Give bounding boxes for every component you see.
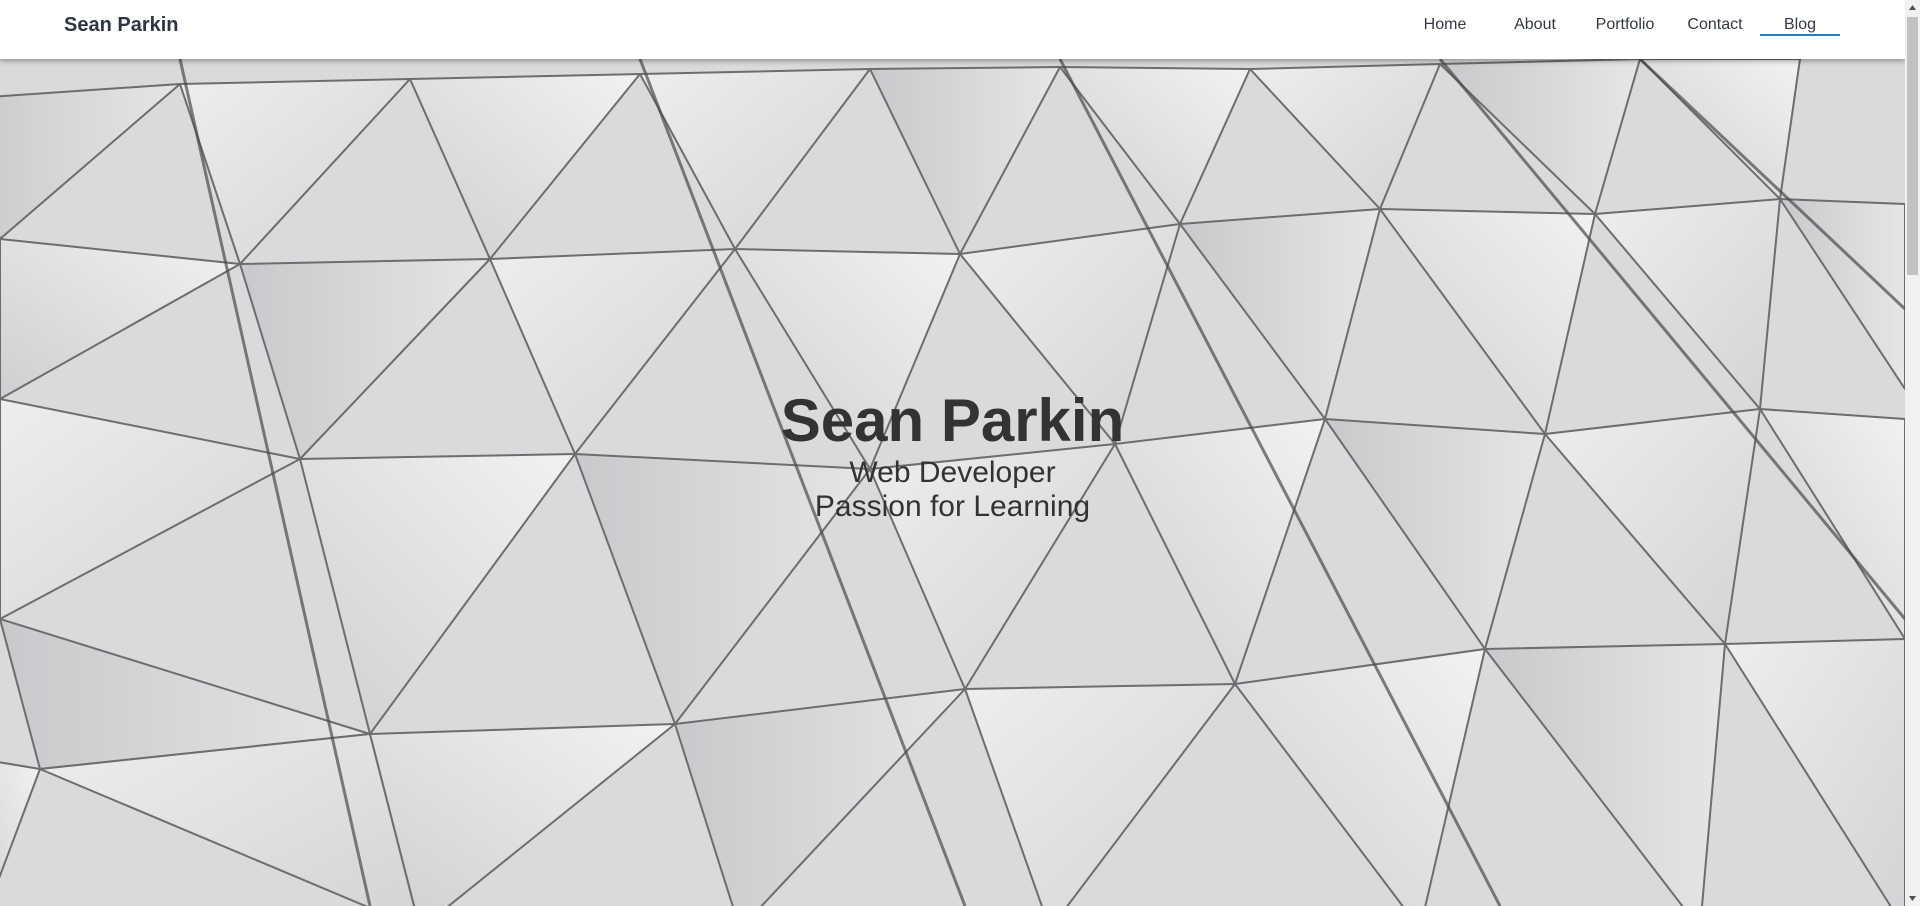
hero-section: Sean Parkin Web Developer Passion for Le… bbox=[0, 59, 1905, 906]
nav-item-portfolio[interactable]: Portfolio bbox=[1580, 0, 1670, 52]
scrollbar-thumb[interactable] bbox=[1907, 17, 1918, 275]
hero-title: Sean Parkin bbox=[780, 387, 1125, 454]
nav-item-about[interactable]: About bbox=[1490, 0, 1580, 52]
nav-item-home[interactable]: Home bbox=[1400, 0, 1490, 52]
hero-subtitle-role: Web Developer bbox=[849, 456, 1056, 489]
main-nav: Home About Portfolio Contact Blog bbox=[1400, 0, 1840, 59]
nav-item-blog[interactable]: Blog bbox=[1760, 0, 1840, 52]
hero-subtitle-tagline: Passion for Learning bbox=[814, 490, 1091, 523]
brand-logo-link[interactable]: Sean Parkin bbox=[64, 14, 179, 37]
hero-text-block: Sean Parkin Web Developer Passion for Le… bbox=[0, 386, 1905, 524]
vertical-scrollbar[interactable] bbox=[1905, 0, 1920, 906]
nav-item-contact[interactable]: Contact bbox=[1670, 0, 1760, 52]
page: Sean Parkin Home About Portfolio Contact… bbox=[0, 0, 1920, 906]
scroll-down-arrow-icon[interactable] bbox=[1905, 891, 1920, 906]
navbar: Sean Parkin Home About Portfolio Contact… bbox=[0, 0, 1905, 59]
scroll-up-arrow-icon[interactable] bbox=[1905, 0, 1920, 15]
